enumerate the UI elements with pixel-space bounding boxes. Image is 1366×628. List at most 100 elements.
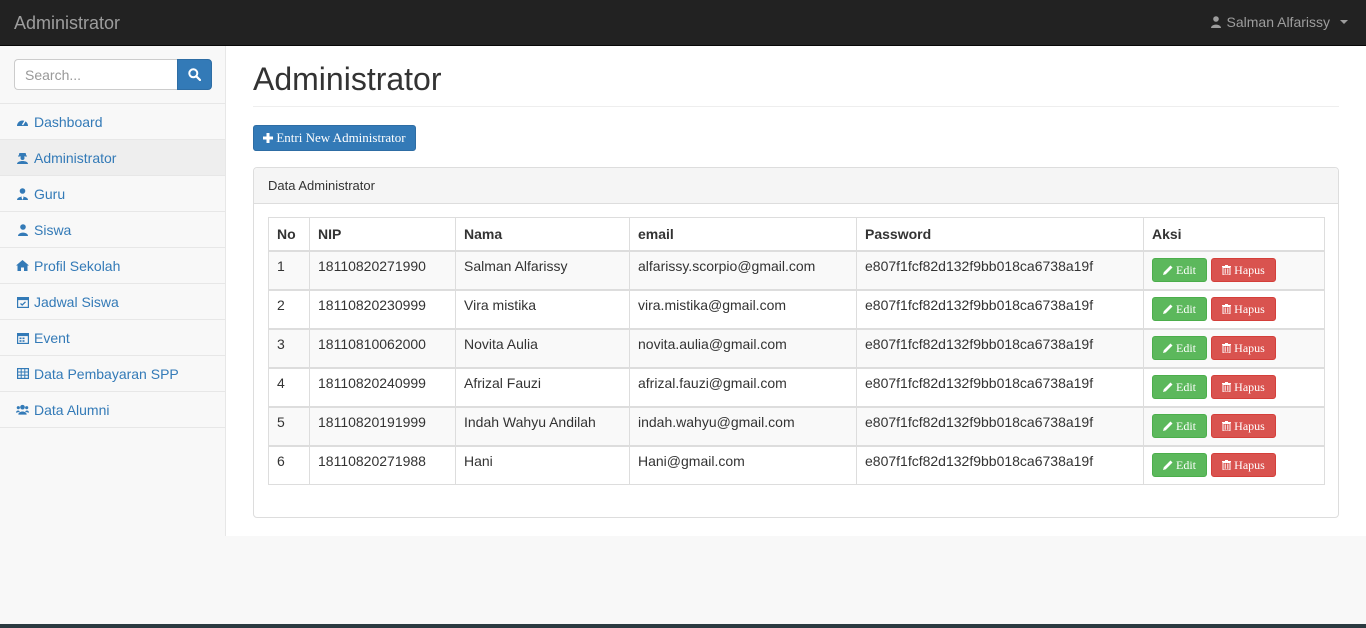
edit-button[interactable]: Edit xyxy=(1152,453,1207,478)
pencil-icon xyxy=(1163,343,1173,353)
cell-email-text: alfarissy.scorpio@gmail.com xyxy=(638,258,816,274)
cell-nip: 18110820230999 xyxy=(309,289,456,329)
cell-nip: 18110820240999 xyxy=(309,367,456,407)
table-row: 5 18110820191999 Indah Wahyu Andilah indah.… xyxy=(268,406,1325,446)
delete-label: Hapus xyxy=(1234,301,1265,316)
home-icon xyxy=(16,259,29,272)
delete-button[interactable]: Hapus xyxy=(1211,336,1276,360)
user-tie-icon xyxy=(16,187,29,200)
new-administrator-label: Entri New Administrator xyxy=(276,130,406,145)
cell-nip-text: 18110810062000 xyxy=(318,336,426,352)
cell-password-text: e807f1fcf82d132f9bb018ca6738a19f xyxy=(865,375,1094,391)
cell-email-text: indah.wahyu@gmail.com xyxy=(638,414,795,430)
cell-nip-text: 18110820191999 xyxy=(318,414,426,430)
column-header-password: Password xyxy=(856,217,1144,252)
edit-button[interactable]: Edit xyxy=(1152,414,1207,438)
cell-aksi: Edit Hapus xyxy=(1143,250,1325,290)
cell-nip-text: 18110820240999 xyxy=(318,375,426,391)
cell-no-text: 1 xyxy=(277,258,285,274)
sidebar-item-guru[interactable]: Guru xyxy=(0,176,225,212)
column-header-no: No xyxy=(268,217,310,252)
cell-password-text: e807f1fcf82d132f9bb018ca6738a19f xyxy=(865,258,1094,274)
trash-icon xyxy=(1222,304,1232,314)
sidebar-item-label: Profil Sekolah xyxy=(34,257,121,274)
sidebar-item-data-pembayaran-spp[interactable]: Data Pembayaran SPP xyxy=(0,356,225,392)
cell-no: 6 xyxy=(268,445,310,485)
cell-email: novita.aulia@gmail.com xyxy=(629,328,857,368)
calendar-check-icon xyxy=(16,295,29,308)
users-icon xyxy=(16,403,29,416)
cell-nama-text: Hani xyxy=(464,453,493,470)
edit-label: Edit xyxy=(1176,262,1196,277)
sidebar-search xyxy=(14,59,212,90)
cell-nip-text: 18110820271990 xyxy=(318,258,426,274)
row-actions: Edit Hapus xyxy=(1152,297,1316,321)
cell-no-text: 4 xyxy=(277,375,285,391)
cell-nama-text: Afrizal Fauzi xyxy=(464,375,542,391)
administrator-table: No NIP Nama email Password Aksi 1 1811082… xyxy=(268,217,1325,485)
sidebar-item-event[interactable]: Event xyxy=(0,320,225,356)
table-row: 1 18110820271990 Salman Alfarissy alfarissy… xyxy=(268,250,1325,290)
edit-label: Edit xyxy=(1176,457,1196,472)
pencil-icon xyxy=(1163,460,1173,471)
sidebar-item-label: Data Pembayaran SPP xyxy=(34,365,179,382)
sidebar-item-administrator[interactable]: Administrator xyxy=(0,140,225,176)
search-button[interactable] xyxy=(177,59,212,90)
user-icon xyxy=(1210,16,1221,28)
cell-nama-text: Salman Alfarissy xyxy=(464,258,568,274)
data-panel: Data Administrator No NIP Nama email Pas… xyxy=(253,167,1339,518)
cell-nama-text: Indah Wahyu Andilah xyxy=(464,414,596,430)
sidebar-item-siswa[interactable]: Siswa xyxy=(0,212,225,248)
cell-nama-text: Vira mistika xyxy=(464,297,537,313)
delete-button[interactable]: Hapus xyxy=(1211,297,1276,321)
cell-nip-text: 18110820230999 xyxy=(318,297,426,313)
delete-button[interactable]: Hapus xyxy=(1211,258,1276,282)
cell-nama: Salman Alfarissy xyxy=(455,250,630,290)
delete-button[interactable]: Hapus xyxy=(1211,375,1276,399)
cell-email-text: novita.aulia@gmail.com xyxy=(638,336,787,352)
sidebar-item-jadwal-siswa[interactable]: Jadwal Siswa xyxy=(0,284,225,320)
cell-no-text: 6 xyxy=(277,453,285,470)
cell-password: e807f1fcf82d132f9bb018ca6738a19f xyxy=(856,445,1144,485)
search-input[interactable] xyxy=(14,59,177,90)
trash-icon xyxy=(1222,382,1232,392)
cell-nip-text: 18110820271988 xyxy=(318,453,426,470)
sidebar-item-label: Dashboard xyxy=(34,113,103,130)
sidebar-item-dashboard[interactable]: Dashboard xyxy=(0,104,225,140)
user-menu-dropdown[interactable]: Salman Alfarissy xyxy=(1210,14,1348,30)
user-name: Salman Alfarissy xyxy=(1226,14,1330,30)
user-icon xyxy=(16,223,29,236)
cell-no: 1 xyxy=(268,250,310,290)
table-row: 3 18110810062000 Novita Aulia novita.aulia@… xyxy=(268,328,1325,368)
sidebar: Dashboard Administrator Guru Siswa Profil Se… xyxy=(0,46,226,536)
sidebar-item-label: Data Alumni xyxy=(34,401,110,418)
caret-down-icon xyxy=(1340,20,1348,24)
edit-button[interactable]: Edit xyxy=(1152,258,1207,282)
cell-email-text: afrizal.fauzi@gmail.com xyxy=(638,375,787,391)
edit-button[interactable]: Edit xyxy=(1152,297,1207,321)
trash-icon xyxy=(1222,265,1232,275)
edit-button[interactable]: Edit xyxy=(1152,375,1207,399)
cell-aksi: Edit Hapus xyxy=(1143,328,1325,368)
cell-no-text: 3 xyxy=(277,336,285,352)
cell-password: e807f1fcf82d132f9bb018ca6738a19f xyxy=(856,289,1144,329)
cell-nip: 18110820191999 xyxy=(309,406,456,446)
cell-aksi: Edit Hapus xyxy=(1143,445,1325,485)
brand-title[interactable]: Administrator xyxy=(14,13,120,34)
cell-no-text: 2 xyxy=(277,297,285,313)
table-row: 4 18110820240999 Afrizal Fauzi afrizal.fauz… xyxy=(268,367,1325,407)
sidebar-item-profil-sekolah[interactable]: Profil Sekolah xyxy=(0,248,225,284)
new-administrator-button[interactable]: Entri New Administrator xyxy=(253,125,416,151)
cell-no: 2 xyxy=(268,289,310,329)
sidebar-item-label: Event xyxy=(34,329,70,346)
column-header-nip: NIP xyxy=(309,217,456,252)
cell-no: 4 xyxy=(268,367,310,407)
sidebar-item-data-alumni[interactable]: Data Alumni xyxy=(0,392,225,428)
cell-nip: 18110820271990 xyxy=(309,250,456,290)
table-icon xyxy=(16,367,29,380)
sidebar-item-label: Guru xyxy=(34,185,66,202)
delete-button[interactable]: Hapus xyxy=(1211,414,1276,438)
cell-password-text: e807f1fcf82d132f9bb018ca6738a19f xyxy=(865,414,1094,430)
edit-button[interactable]: Edit xyxy=(1152,336,1207,360)
delete-button[interactable]: Hapus xyxy=(1211,453,1276,478)
